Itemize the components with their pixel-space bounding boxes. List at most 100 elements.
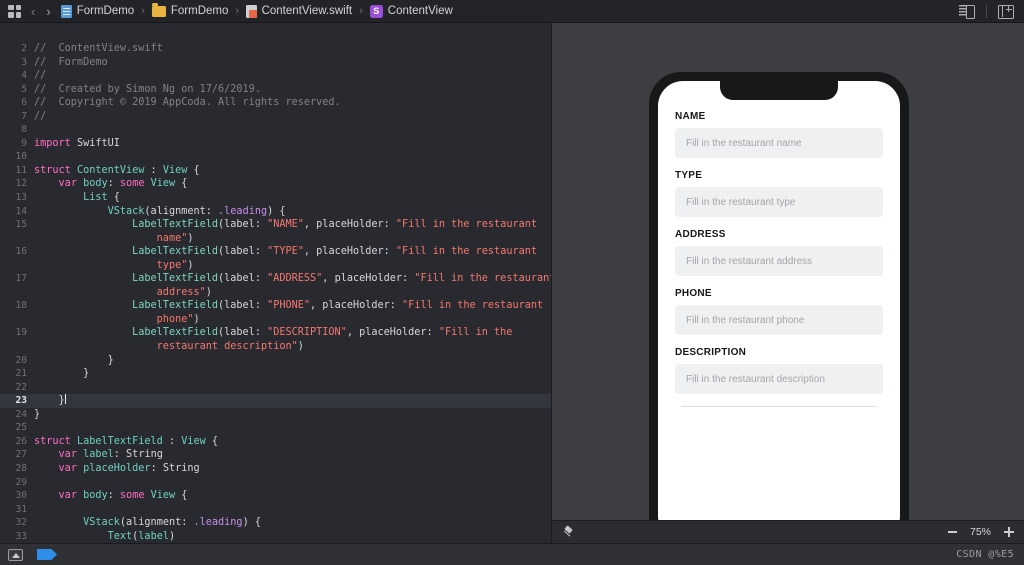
form-field-label: PHONE [675, 288, 712, 299]
line-number: 25 [15, 422, 27, 434]
code-line[interactable]: 5 // Created by Simon Ng on 17/6/2019. [0, 83, 551, 97]
blue-flag-icon[interactable] [37, 549, 57, 560]
code-line[interactable]: 14 VStack(alignment: .leading) { [0, 205, 551, 219]
code-line[interactable]: 27 var label: String [0, 448, 551, 462]
line-number: 7 [21, 110, 27, 122]
code-token: "TYPE" [267, 246, 304, 258]
code-token: some [119, 178, 145, 190]
code-line[interactable]: 33 Text(label) [0, 530, 551, 543]
code-line[interactable]: 23 } [0, 394, 551, 408]
code-token: .leading [193, 517, 243, 529]
code-line[interactable]: 4 // [0, 69, 551, 83]
code-line[interactable]: 31 [0, 503, 551, 517]
code-token: (label: [218, 327, 268, 339]
code-lines: 2 // ContentView.swift 3 // FormDemo 4 // 5 // … [0, 23, 551, 543]
inspector-toggle-icon[interactable] [959, 4, 976, 19]
line-number: 21 [15, 368, 27, 380]
form-text-field[interactable]: Fill in the restaurant description [675, 364, 883, 394]
back-button[interactable]: ‹ [30, 5, 36, 18]
code-token: "Fill in the [438, 327, 513, 339]
code-line[interactable]: 28 var placeHolder: String [0, 462, 551, 476]
form-text-field[interactable]: Fill in the restaurant type [675, 187, 883, 217]
code-line[interactable]: 3 // FormDemo [0, 56, 551, 70]
code-line[interactable]: 30 var body: some View { [0, 489, 551, 503]
code-line[interactable]: 16 LabelTextField(label: "TYPE", placeHo… [0, 245, 551, 259]
form-text-field[interactable]: Fill in the restaurant address [675, 246, 883, 276]
code-line[interactable]: 18 LabelTextField(label: "PHONE", placeH… [0, 299, 551, 313]
breadcrumb-item-folder[interactable]: FormDemo [151, 3, 228, 17]
code-line[interactable]: 15 LabelTextField(label: "NAME", placeHo… [0, 218, 551, 232]
code-token: View [181, 435, 206, 447]
code-text: VStack(alignment: .leading) { [34, 205, 551, 219]
code-token: { [107, 192, 120, 204]
code-line[interactable]: 21 } [0, 367, 551, 381]
code-line[interactable]: 12 var body: some View { [0, 177, 551, 191]
code-token: View [150, 178, 176, 190]
code-token: import [34, 137, 71, 149]
code-line[interactable]: 25 [0, 421, 551, 435]
code-line[interactable]: 29 [0, 476, 551, 490]
code-line[interactable]: 6 // Copyright © 2019 AppCoda. All rights… [0, 96, 551, 110]
code-line[interactable]: 22 [0, 381, 551, 395]
toolbar-right-group [959, 4, 1016, 19]
code-line[interactable]: 26 struct LabelTextField : View { [0, 435, 551, 449]
forward-button[interactable]: › [45, 5, 51, 18]
code-line[interactable]: 2 // ContentView.swift [0, 42, 551, 56]
zoom-in-button[interactable] [1004, 527, 1014, 537]
code-line[interactable]: 20 } [0, 354, 551, 368]
code-text: var placeHolder: String [34, 462, 551, 476]
breadcrumb-item-project[interactable]: FormDemo [60, 4, 134, 18]
folder-icon [151, 3, 166, 17]
code-line[interactable]: 11 struct ContentView : View { [0, 164, 551, 178]
breadcrumb-item-symbol[interactable]: S ContentView [369, 4, 453, 18]
breadcrumb-label: ContentView [387, 5, 453, 17]
code-line[interactable]: phone") [0, 313, 551, 327]
show-filter-icon[interactable] [8, 548, 23, 561]
form-field-placeholder: Fill in the restaurant name [686, 137, 802, 149]
zoom-out-button[interactable] [948, 531, 957, 533]
line-number: 32 [15, 517, 27, 529]
pin-icon[interactable] [562, 526, 575, 539]
code-text: LabelTextField(label: "TYPE", placeHolde… [34, 245, 551, 259]
line-number: 9 [21, 137, 27, 149]
line-number: 27 [15, 449, 27, 461]
code-line[interactable]: address") [0, 286, 551, 300]
code-text: } [34, 354, 551, 368]
code-line[interactable]: 9 import SwiftUI [0, 137, 551, 151]
code-token: some [119, 490, 145, 502]
device-screen[interactable]: NAME Fill in the restaurant name TYPE Fill … [658, 81, 900, 541]
code-token: SwiftUI [70, 137, 120, 149]
form-group: TYPE Fill in the restaurant type [675, 170, 883, 217]
code-line[interactable]: type") [0, 259, 551, 273]
code-line[interactable]: restaurant description") [0, 340, 551, 354]
code-text: struct ContentView : View { [34, 164, 551, 178]
code-line[interactable]: 8 [0, 123, 551, 137]
line-number: 31 [15, 503, 27, 515]
code-line[interactable]: 17 LabelTextField(label: "ADDRESS", plac… [0, 272, 551, 286]
code-line[interactable]: 10 [0, 150, 551, 164]
code-line[interactable]: 7 // [0, 110, 551, 124]
code-line[interactable]: 32 VStack(alignment: .leading) { [0, 516, 551, 530]
form-text-field[interactable]: Fill in the restaurant phone [675, 305, 883, 335]
grid-icon[interactable] [8, 4, 21, 18]
code-editor[interactable]: 2 // ContentView.swift 3 // FormDemo 4 // 5 // … [0, 23, 551, 543]
line-number: 2 [21, 43, 27, 54]
form-text-field[interactable]: Fill in the restaurant name [675, 128, 883, 158]
breadcrumb-item-file[interactable]: ContentView.swift [246, 4, 352, 18]
code-line[interactable]: 19 LabelTextField(label: "DESCRIPTION", … [0, 326, 551, 340]
code-line[interactable]: 13 List { [0, 191, 551, 205]
code-line[interactable]: 24} [0, 408, 551, 422]
line-number [0, 286, 34, 300]
code-token: String [126, 449, 163, 461]
add-editor-icon[interactable] [997, 4, 1014, 19]
code-line[interactable]: name") [0, 232, 551, 246]
